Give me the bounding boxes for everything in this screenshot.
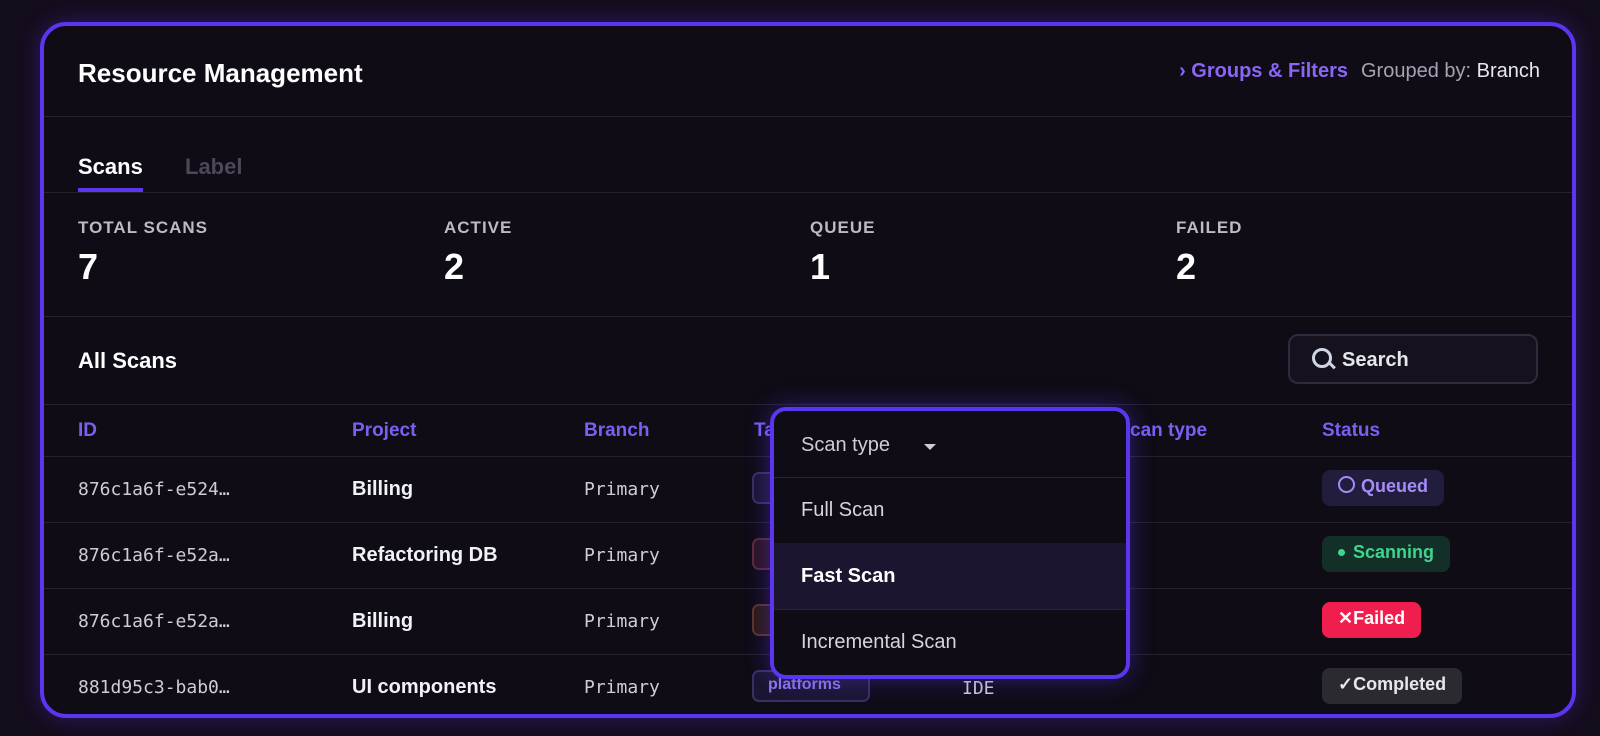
stat-label: ACTIVE: [444, 218, 513, 237]
search-box[interactable]: [1288, 334, 1538, 384]
tab-label[interactable]: Label: [185, 154, 242, 180]
option-label: Full Scan: [801, 499, 885, 521]
stat-label: TOTAL SCANS: [78, 218, 209, 237]
stats-row: TOTAL SCANS 7 ACTIVE 2 QUEUE 1 FAILED 2: [44, 192, 1572, 317]
status-badge: ✓Completed: [1322, 668, 1463, 704]
column-header-status[interactable]: Status: [1322, 420, 1380, 442]
stat-value: 2: [1176, 246, 1197, 287]
failed-x-icon: ✕: [1338, 608, 1354, 628]
cell-id: 876c1a6f-e52a…: [78, 611, 230, 632]
checkmark-icon: ✓: [1338, 674, 1354, 694]
queued-icon: [1338, 476, 1355, 493]
scan-type-dropdown-toggle[interactable]: Scan type: [774, 411, 1126, 478]
status-text: Completed: [1353, 674, 1447, 694]
status-text: Scanning: [1353, 542, 1435, 562]
cell-scan-type: IDE: [962, 678, 995, 699]
grouped-by-value: Branch: [1476, 60, 1540, 82]
search-input[interactable]: [1340, 336, 1524, 384]
dropdown-option-full-scan[interactable]: Full Scan: [774, 477, 1126, 544]
cell-id: 876c1a6f-e524…: [78, 479, 230, 500]
cell-id: 876c1a6f-e52a…: [78, 545, 230, 566]
dropdown-label: Scan type: [801, 434, 890, 456]
dropdown-option-incremental-scan[interactable]: Incremental Scan: [774, 609, 1126, 675]
cell-id: 881d95c3-bab0…: [78, 677, 230, 698]
panel-header: Resource Management › Groups & Filters G…: [44, 26, 1572, 117]
all-scans-section: All Scans: [44, 316, 1572, 405]
scan-type-dropdown: Scan type Full Scan Fast Scan Incrementa…: [770, 407, 1130, 679]
option-label: Fast Scan: [801, 565, 896, 587]
groups-filters-link[interactable]: › Groups & Filters: [1179, 60, 1348, 83]
cell-branch: Primary: [584, 611, 660, 632]
stat-failed: FAILED 2: [1176, 218, 1242, 288]
stat-active: ACTIVE 2: [444, 218, 512, 288]
column-header-project[interactable]: Project: [352, 420, 416, 442]
caret-down-icon: [924, 444, 936, 450]
scanning-dot-icon: [1338, 549, 1345, 556]
stat-value: 7: [78, 246, 99, 287]
column-header-scan-type[interactable]: can type: [1130, 420, 1207, 442]
status-text: Failed: [1353, 608, 1406, 628]
cell-project: Billing: [352, 610, 414, 632]
stat-label: FAILED: [1176, 218, 1243, 237]
status-badge: ✕Failed: [1322, 602, 1422, 638]
search-icon: [1312, 348, 1332, 368]
dropdown-option-fast-scan[interactable]: Fast Scan: [774, 543, 1126, 610]
grouped-by-label: Grouped by:: [1360, 60, 1472, 82]
status-badge: Scanning: [1322, 536, 1451, 572]
cell-project: UI components: [352, 676, 497, 698]
stat-total-scans: TOTAL SCANS 7: [78, 218, 208, 288]
cell-branch: Primary: [584, 677, 660, 698]
cell-project: Refactoring DB: [352, 544, 498, 566]
stat-value: 2: [444, 246, 465, 287]
grouped-by-indicator: Grouped by: Branch: [1361, 60, 1540, 83]
stat-value: 1: [810, 246, 831, 287]
option-label: Incremental Scan: [801, 631, 957, 653]
status-badge: Queued: [1322, 470, 1445, 506]
stat-label: QUEUE: [810, 218, 876, 237]
column-header-id[interactable]: ID: [78, 420, 97, 442]
cell-branch: Primary: [584, 479, 660, 500]
cell-branch: Primary: [584, 545, 660, 566]
column-header-branch[interactable]: Branch: [584, 420, 649, 442]
cell-project: Billing: [352, 478, 414, 500]
stat-queue: QUEUE 1: [810, 218, 875, 288]
section-title: All Scans: [78, 348, 178, 373]
tab-scans[interactable]: Scans: [78, 154, 143, 192]
status-text: Queued: [1361, 476, 1429, 496]
page-title: Resource Management: [78, 58, 363, 88]
tab-bar: Scans Label: [44, 116, 1572, 193]
